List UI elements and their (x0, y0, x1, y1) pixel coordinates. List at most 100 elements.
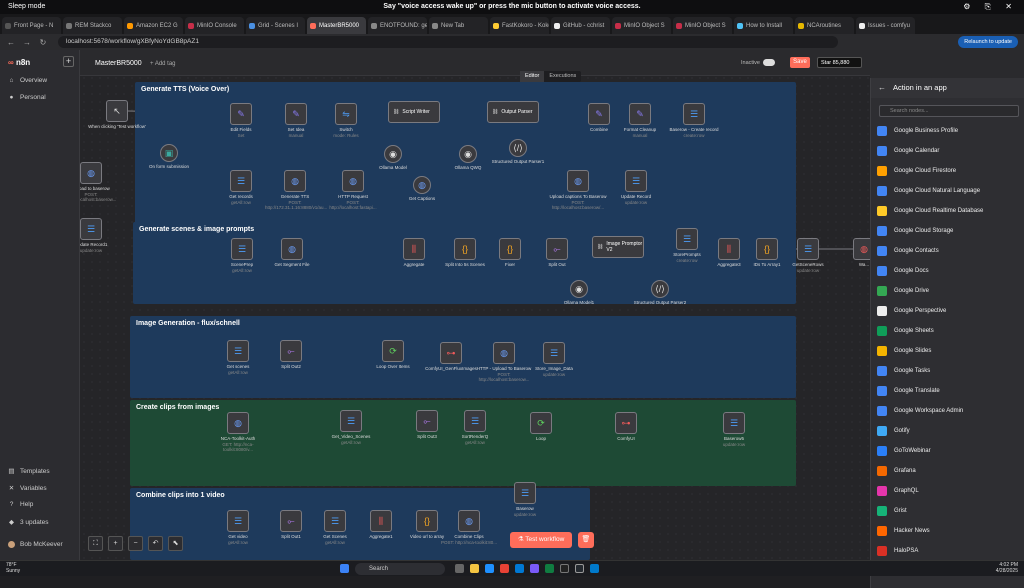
app-list-item[interactable]: Google Perspective (877, 301, 1023, 321)
workflow-node[interactable]: ⟜ (280, 340, 302, 362)
app-list-item[interactable]: Google Business Profile (877, 121, 1023, 141)
app-list-item[interactable]: Google Cloud Natural Language (877, 181, 1023, 201)
workflow-canvas[interactable]: 1 itemShort ScriptLong Script Generate T… (80, 50, 870, 560)
workflow-node[interactable]: {} (499, 238, 521, 260)
app-list-item[interactable]: Google Slides (877, 341, 1023, 361)
workflow-node[interactable]: ✎ (285, 103, 307, 125)
workflow-node[interactable]: ⫼ (370, 510, 392, 532)
relaunch-button[interactable]: Relaunch to update (958, 36, 1018, 48)
workflow-node[interactable]: ◍ (342, 170, 364, 192)
reload-icon[interactable]: ↻ (38, 38, 48, 47)
sidebar-item-templates[interactable]: ▤ Templates (8, 467, 49, 476)
add-tag-button[interactable]: + Add tag (150, 61, 176, 67)
app-list-item[interactable]: Google Contacts (877, 241, 1023, 261)
browser-tab[interactable]: REM Stackco (63, 17, 122, 34)
fit-view-button[interactable]: ⛶ (88, 536, 103, 551)
undo-button[interactable]: ↶ (148, 536, 163, 551)
workflow-node[interactable]: ◉ (384, 145, 402, 163)
file-explorer-icon[interactable] (470, 564, 479, 573)
app-list-item[interactable]: Grafana (877, 461, 1023, 481)
active-toggle[interactable] (763, 59, 775, 66)
task-view-icon[interactable] (455, 564, 464, 573)
workflow-node[interactable]: {} (454, 238, 476, 260)
workflow-node[interactable]: ☰ (227, 340, 249, 362)
weather-widget[interactable]: 78°F Sunny (6, 562, 20, 574)
workflow-node[interactable]: ◍ (284, 170, 306, 192)
workflow-node[interactable]: ☰ (797, 238, 819, 260)
chrome-icon[interactable] (500, 564, 509, 573)
save-button[interactable]: Save (790, 57, 810, 68)
workflow-node[interactable]: ◍ (80, 162, 102, 184)
app-icon[interactable] (530, 564, 539, 573)
workflow-node[interactable]: ⊶ (615, 412, 637, 434)
workflow-node[interactable]: ⟜ (546, 238, 568, 260)
app-list-item[interactable]: Google Docs (877, 261, 1023, 281)
app-list-item[interactable]: GraphQL (877, 481, 1023, 501)
delete-button[interactable]: 🗑 (578, 532, 594, 548)
workflow-node[interactable]: ☰ (683, 103, 705, 125)
tidy-up-button[interactable]: ⬉ (168, 536, 183, 551)
forward-icon[interactable]: → (22, 38, 32, 47)
app-list-item[interactable]: Google Drive (877, 281, 1023, 301)
app-list-item[interactable]: Google Translate (877, 381, 1023, 401)
edge-icon[interactable] (485, 564, 494, 573)
github-star-button[interactable]: Star 85,880 (817, 57, 862, 68)
user-profile[interactable]: Bob McKeever (8, 541, 63, 548)
workflow-node[interactable]: ☰ (676, 228, 698, 250)
app-list-item[interactable]: Google Calendar (877, 141, 1023, 161)
app-list-item[interactable]: Google Workspace Admin (877, 401, 1023, 421)
workflow-node[interactable]: ✎ (588, 103, 610, 125)
test-workflow-button[interactable]: ⚗ Test workflow (510, 532, 572, 548)
browser-tab[interactable]: Front Page - N (2, 17, 61, 34)
workflow-node[interactable]: ⫼ (718, 238, 740, 260)
vscode-icon[interactable] (590, 564, 599, 573)
workflow-node[interactable]: ☰ (723, 412, 745, 434)
app-list-item[interactable]: Google Cloud Realtime Database (877, 201, 1023, 221)
app-list-item[interactable]: Google Cloud Firestore (877, 161, 1023, 181)
browser-tab[interactable]: ENOTFOUND: ge (368, 17, 427, 34)
excel-icon[interactable] (545, 564, 554, 573)
workflow-node[interactable]: ⊶ (440, 342, 462, 364)
workflow-node[interactable]: {} (416, 510, 438, 532)
workflow-node[interactable]: ◉ (570, 280, 588, 298)
n8n-logo[interactable]: ∞ n8n (8, 58, 30, 67)
workflow-node[interactable]: ◍ (281, 238, 303, 260)
workflow-node[interactable]: ◍ (413, 176, 431, 194)
back-arrow-icon[interactable]: ← (878, 78, 886, 98)
workflow-node[interactable]: ⇋ (335, 103, 357, 125)
browser-tab[interactable]: MinIO Console (185, 17, 244, 34)
taskbar-search[interactable]: Search (355, 563, 445, 575)
app-list-item[interactable]: Gotify (877, 421, 1023, 441)
browser-tab[interactable]: Issues - comfyu (856, 17, 915, 34)
workflow-node[interactable]: ◉ (459, 145, 477, 163)
browser-tab[interactable]: GitHub - cchrist (551, 17, 610, 34)
workflow-node[interactable]: ⟜ (280, 510, 302, 532)
app-list-item[interactable]: Grist (877, 501, 1023, 521)
url-field[interactable]: localhost:5678/workflow/gXBfyNoYdGB8pAZ1 (58, 36, 838, 48)
back-icon[interactable]: ← (6, 38, 16, 47)
browser-tab[interactable]: NCAroutines (795, 17, 854, 34)
window-controls[interactable]: ⚙ ⎘ ✕ (963, 2, 1018, 12)
browser-tab[interactable]: MasterBR5000 (307, 17, 366, 34)
sidebar-item-personal[interactable]: ● Personal (8, 94, 46, 101)
workflow-node[interactable]: ⫼ (403, 238, 425, 260)
browser-tab[interactable]: Grid - Scenes I (246, 17, 305, 34)
workflow-node[interactable]: ⟜ (416, 410, 438, 432)
workflow-node[interactable]: ⟳ (530, 412, 552, 434)
workflow-node[interactable]: ☰ (230, 170, 252, 192)
workflow-node[interactable]: ◍ (853, 238, 870, 260)
app-list-item[interactable]: Google Tasks (877, 361, 1023, 381)
app-list-item[interactable]: HaloPSA (877, 541, 1023, 561)
terminal-icon[interactable] (560, 564, 569, 573)
sidebar-item-variables[interactable]: ✕ Variables (8, 484, 47, 493)
workflow-node[interactable]: ☰ (227, 510, 249, 532)
browser-tab[interactable]: FastKokoro - Kokc (490, 17, 549, 34)
workflow-node[interactable]: ☰ (340, 410, 362, 432)
workflow-node[interactable]: ☰ (464, 410, 486, 432)
workflow-node[interactable]: ⟨/⟩ (651, 280, 669, 298)
browser-tab[interactable]: Amazon EC2 G (124, 17, 183, 34)
app-list-item[interactable]: GoToWebinar (877, 441, 1023, 461)
zoom-out-button[interactable]: − (128, 536, 143, 551)
sidebar-item-help[interactable]: ? Help (8, 501, 34, 508)
workflow-node[interactable]: ⟳ (382, 340, 404, 362)
